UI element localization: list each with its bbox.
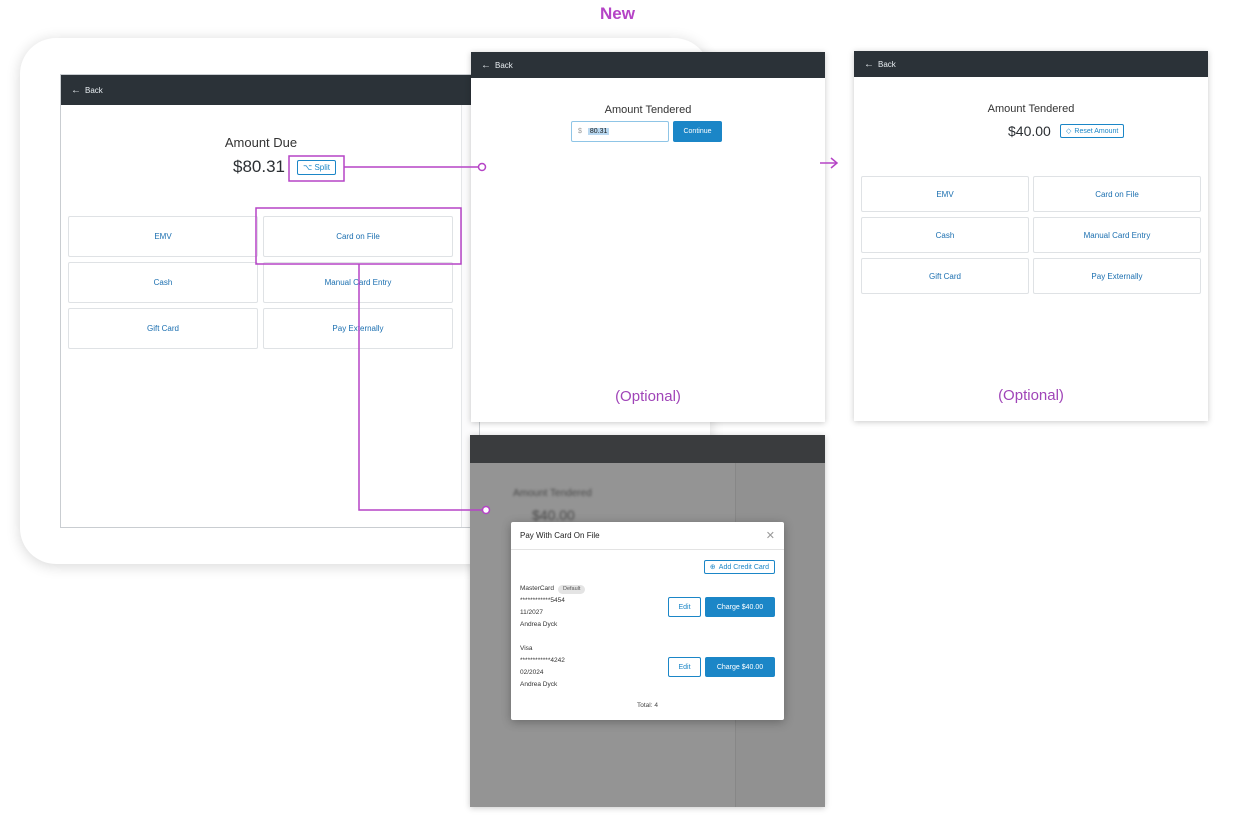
continue-button[interactable]: Continue bbox=[673, 121, 722, 142]
modal-header: Pay With Card On File ✕ bbox=[511, 522, 784, 550]
pay-method-pay-externally[interactable]: Pay Externally bbox=[1033, 258, 1201, 294]
payment-methods-grid: EMV Card on File Cash Manual Card Entry … bbox=[68, 216, 453, 349]
arrow-left-icon[interactable]: ← bbox=[481, 60, 491, 71]
edit-card-button[interactable]: Edit bbox=[668, 657, 701, 677]
modal-title: Pay With Card On File bbox=[520, 531, 600, 540]
back-link[interactable]: Back bbox=[878, 60, 896, 69]
plus-circle-icon: ⊕ bbox=[709, 564, 716, 571]
card-number: ************5454 bbox=[520, 597, 565, 604]
pay-method-gift-card[interactable]: Gift Card bbox=[68, 308, 258, 349]
top-bar: ← Back bbox=[61, 75, 479, 105]
optional-label: (Optional) bbox=[998, 387, 1064, 404]
amount-tendered-title: Amount Tendered bbox=[604, 104, 692, 116]
card-expiry: 02/2024 bbox=[520, 669, 544, 676]
card-expiry: 11/2027 bbox=[520, 609, 544, 616]
tender-entry-panel: ← Back Amount Tendered $ 80.31 Continue … bbox=[471, 52, 825, 422]
pay-method-card-on-file[interactable]: Card on File bbox=[1033, 176, 1201, 212]
header-new-label: New bbox=[600, 4, 635, 23]
split-label: Split bbox=[314, 163, 331, 172]
tender-input-row: $ 80.31 Continue bbox=[571, 121, 722, 142]
pay-method-card-on-file[interactable]: Card on File bbox=[263, 216, 453, 257]
pay-with-card-modal: Pay With Card On File ✕ ⊕ Add Credit Car… bbox=[511, 522, 784, 720]
top-bar: ← Back bbox=[471, 52, 825, 78]
close-icon[interactable]: ✕ bbox=[766, 529, 775, 542]
amount-tendered-input[interactable]: $ 80.31 bbox=[571, 121, 669, 142]
arrow-left-icon[interactable]: ← bbox=[71, 85, 81, 96]
pay-method-gift-card[interactable]: Gift Card bbox=[861, 258, 1029, 294]
edit-card-button[interactable]: Edit bbox=[668, 597, 701, 617]
card-holder: Andrea Dyck bbox=[520, 621, 558, 628]
amount-due-label: Amount Due bbox=[224, 135, 298, 150]
optional-label: (Optional) bbox=[615, 388, 681, 405]
pay-method-emv[interactable]: EMV bbox=[861, 176, 1029, 212]
card-holder: Andrea Dyck bbox=[520, 681, 558, 688]
pay-method-manual-card-entry[interactable]: Manual Card Entry bbox=[263, 262, 453, 303]
split-icon: ⌥ bbox=[303, 163, 313, 172]
pay-method-pay-externally[interactable]: Pay Externally bbox=[263, 308, 453, 349]
charge-card-button[interactable]: Charge $40.00 bbox=[705, 597, 775, 617]
charge-card-button[interactable]: Charge $40.00 bbox=[705, 657, 775, 677]
add-credit-card-label: Add Credit Card bbox=[718, 563, 769, 571]
payment-methods-grid: EMV Card on File Cash Manual Card Entry … bbox=[861, 176, 1201, 294]
split-button[interactable]: ⌥ Split bbox=[297, 160, 337, 175]
pay-method-manual-card-entry[interactable]: Manual Card Entry bbox=[1033, 217, 1201, 253]
main-payment-screen: ← Back Amount Due $80.31 ⌥ Split EMV Car… bbox=[60, 74, 480, 528]
back-link[interactable]: Back bbox=[495, 61, 513, 70]
pay-method-cash[interactable]: Cash bbox=[68, 262, 258, 303]
amount-due-value: $80.31 bbox=[233, 157, 285, 176]
top-bar: ← Back bbox=[854, 51, 1208, 77]
pay-method-cash[interactable]: Cash bbox=[861, 217, 1029, 253]
saved-card-mastercard: MasterCard Default ************5454 11/20… bbox=[520, 583, 586, 631]
cards-total: Total: 4 bbox=[637, 702, 658, 709]
reset-icon: ◇ bbox=[1066, 128, 1072, 135]
card-brand: MasterCard bbox=[520, 585, 554, 592]
tendered-methods-panel: ← Back Amount Tendered $40.00 ◇ Reset Am… bbox=[854, 51, 1208, 421]
add-credit-card-button[interactable]: ⊕ Add Credit Card bbox=[703, 560, 775, 574]
reset-amount-button[interactable]: ◇ Reset Amount bbox=[1060, 124, 1125, 138]
saved-card-visa: Visa ************4242 02/2024 Andrea Dyc… bbox=[520, 643, 565, 691]
currency-symbol: $ bbox=[578, 128, 582, 135]
card-number: ************4242 bbox=[520, 657, 565, 664]
default-badge: Default bbox=[557, 585, 586, 594]
arrow-left-icon[interactable]: ← bbox=[864, 59, 874, 70]
amount-input-value: 80.31 bbox=[587, 128, 610, 135]
reset-amount-label: Reset Amount bbox=[1074, 127, 1119, 135]
back-link[interactable]: Back bbox=[85, 86, 103, 95]
card-on-file-panel: Amount Tendered $40.00 Pay With Card On … bbox=[470, 435, 825, 807]
card-brand: Visa bbox=[520, 645, 533, 652]
amount-tendered-title: Amount Tendered bbox=[987, 103, 1075, 115]
amount-tendered-value: $40.00 bbox=[1008, 123, 1051, 139]
pay-method-emv[interactable]: EMV bbox=[68, 216, 258, 257]
